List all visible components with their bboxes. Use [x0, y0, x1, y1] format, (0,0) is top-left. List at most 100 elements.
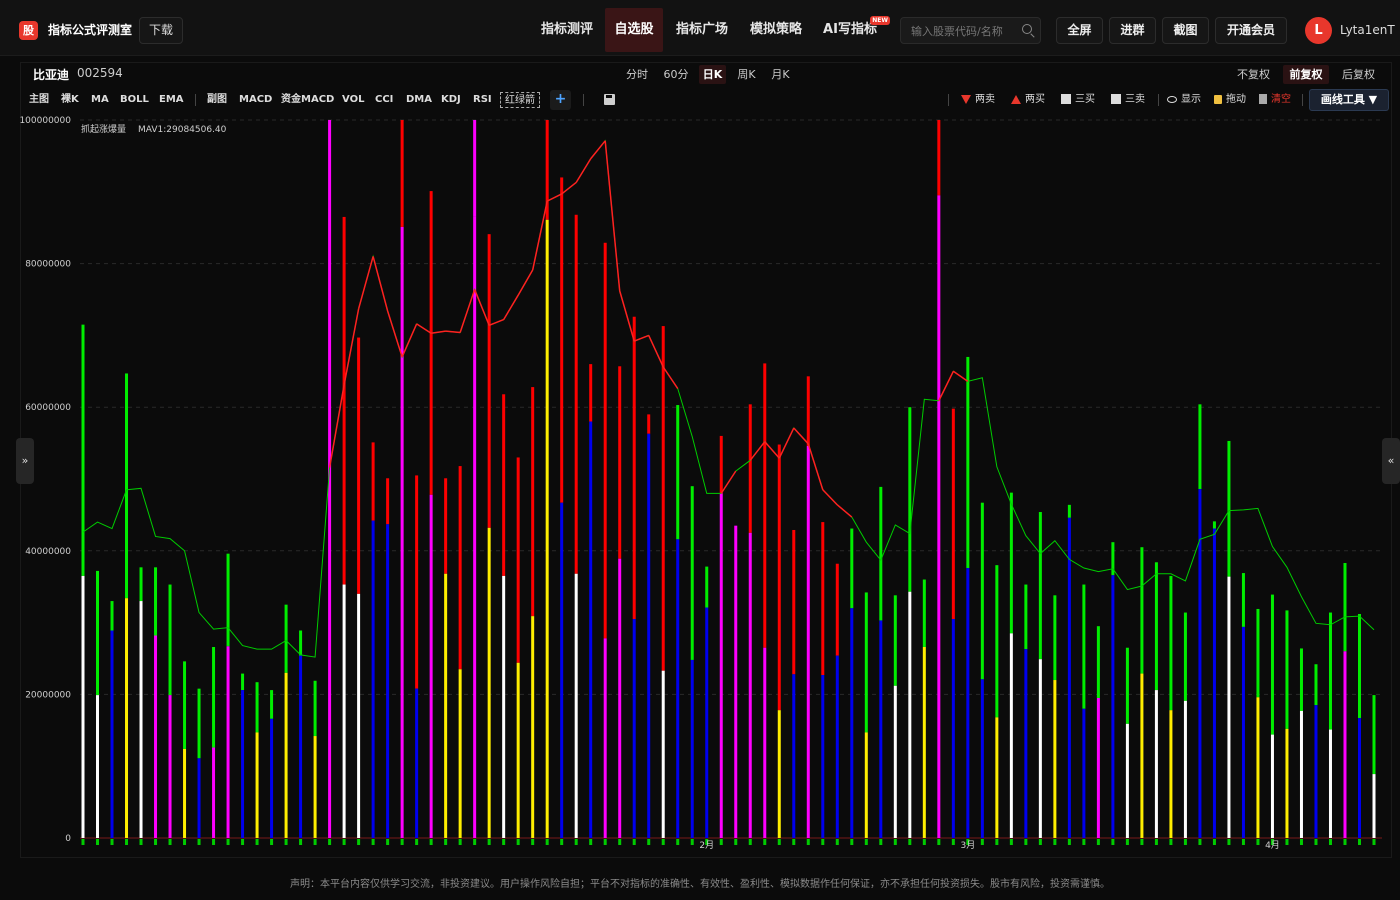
volume-bar — [415, 475, 419, 689]
period-tab-60min[interactable]: 60分 — [660, 65, 692, 84]
tool-drag[interactable]: 拖动 — [1214, 92, 1246, 108]
volume-bar — [1227, 440, 1231, 577]
volume-bar-lower — [893, 685, 897, 838]
indicator-dma[interactable]: DMA — [406, 92, 432, 108]
signal-tick — [647, 839, 651, 845]
membership-button[interactable]: 开通会员 — [1215, 17, 1287, 44]
username[interactable]: Lyta1enT — [1340, 22, 1395, 39]
volume-bar-lower — [154, 635, 158, 838]
series-label: 抓起涨爆量 — [81, 123, 126, 135]
indicator-rsi[interactable]: RSI — [473, 92, 492, 108]
tool-label: 两卖 — [975, 94, 995, 105]
avatar[interactable]: L — [1305, 17, 1332, 44]
drawing-tools-dropdown[interactable]: 画线工具 ▼ — [1309, 89, 1389, 111]
volume-bar-lower — [1067, 517, 1071, 838]
stock-search[interactable] — [900, 17, 1041, 44]
volume-bar — [212, 647, 216, 748]
indicator-boll[interactable]: BOLL — [120, 92, 149, 108]
tool-two-sell[interactable]: 两卖 — [961, 92, 995, 108]
indicator-ema[interactable]: EMA — [159, 92, 184, 108]
indicator-sub-chart[interactable]: 副图 — [207, 92, 227, 108]
search-input[interactable] — [911, 22, 1021, 40]
volume-bar — [1212, 521, 1216, 529]
volume-bar — [429, 191, 433, 495]
nav-indicator-review[interactable]: 指标测评 — [532, 8, 602, 52]
tool-three-sell[interactable]: 三卖 — [1111, 92, 1145, 108]
volume-bar-lower — [850, 608, 854, 838]
volume-chart: 100000000 80000000 60000000 40000000 2000000… — [20, 116, 1382, 851]
app-logo-icon: 股 — [19, 21, 38, 40]
fullscreen-button[interactable]: 全屏 — [1056, 17, 1103, 44]
volume-bar — [560, 177, 564, 503]
adjust-backward-tab[interactable]: 后复权 — [1338, 65, 1379, 84]
mav-line-highlight — [431, 330, 446, 334]
period-tab-minute[interactable]: 分时 — [622, 65, 652, 84]
volume-bar-lower — [763, 647, 767, 838]
volume-bar — [241, 673, 245, 691]
volume-bar — [705, 566, 709, 608]
indicator-fund-macd[interactable]: 资金MACD — [281, 92, 334, 108]
volume-bar-lower — [531, 616, 535, 838]
indicator-naked-k[interactable]: 裸K — [61, 92, 79, 108]
signal-tick — [81, 839, 85, 845]
signal-tick — [995, 839, 999, 845]
signal-tick — [255, 839, 259, 845]
signal-tick — [96, 839, 100, 845]
indicator-kdj[interactable]: KDJ — [441, 92, 461, 108]
volume-bar — [1154, 562, 1158, 691]
volume-bar — [835, 563, 839, 656]
indicator-main[interactable]: 主图 — [29, 92, 49, 108]
period-tab-monthly[interactable]: 月K — [767, 65, 794, 84]
volume-bar-lower — [1053, 680, 1057, 838]
nav-watchlist[interactable]: 自选股 — [605, 8, 663, 52]
tool-clear[interactable]: 清空 — [1259, 92, 1291, 108]
indicator-cci[interactable]: CCI — [375, 92, 393, 108]
volume-bar — [821, 522, 825, 676]
tool-label: 拖动 — [1226, 94, 1246, 105]
mav-line-highlight — [546, 193, 563, 202]
mav-line-highlight — [662, 366, 679, 389]
tool-two-buy[interactable]: 两买 — [1011, 92, 1045, 108]
top-bar: 股 指标公式评测室 下载 指标测评 自选股 指标广场 模拟策略 AI写指标 NE… — [0, 0, 1400, 56]
search-icon[interactable] — [1022, 24, 1032, 34]
volume-bar — [183, 661, 187, 749]
period-tab-weekly[interactable]: 周K — [733, 65, 760, 84]
volume-bar — [632, 316, 636, 620]
volume-bar — [1140, 547, 1144, 674]
tool-show[interactable]: 显示 — [1167, 92, 1201, 108]
volume-bar — [357, 337, 361, 594]
volume-bar-lower — [1241, 626, 1245, 838]
volume-bar-lower — [574, 573, 578, 838]
volume-bar — [792, 529, 796, 675]
signal-tick — [284, 839, 288, 845]
nav-ai-indicator[interactable]: AI写指标 NEW — [816, 8, 890, 52]
signal-tick — [792, 839, 796, 845]
trend-up-icon — [1061, 94, 1071, 104]
indicator-red-green-arrow[interactable]: 红绿箭 — [500, 92, 540, 108]
adjust-none-tab[interactable]: 不复权 — [1233, 65, 1274, 84]
join-group-button[interactable]: 进群 — [1109, 17, 1156, 44]
tool-three-buy[interactable]: 三买 — [1061, 92, 1095, 108]
indicator-vol[interactable]: VOL — [342, 92, 364, 108]
indicator-macd[interactable]: MACD — [239, 92, 272, 108]
add-indicator-button[interactable]: + — [550, 90, 571, 110]
screenshot-button[interactable]: 截图 — [1162, 17, 1209, 44]
volume-bar — [690, 486, 694, 660]
nav-simulation-strategy[interactable]: 模拟策略 — [742, 8, 810, 52]
period-tab-daily[interactable]: 日K — [699, 65, 726, 84]
volume-bar-lower — [966, 568, 970, 838]
indicator-ma[interactable]: MA — [91, 92, 109, 108]
signal-tick — [1067, 839, 1071, 845]
signal-tick — [168, 839, 172, 845]
volume-bar — [473, 120, 477, 217]
nav-indicator-square[interactable]: 指标广场 — [668, 8, 736, 52]
signal-tick — [618, 839, 622, 845]
adjust-forward-tab[interactable]: 前复权 — [1283, 65, 1329, 84]
volume-bar-lower — [458, 669, 462, 838]
download-button[interactable]: 下载 — [139, 17, 183, 44]
save-icon[interactable] — [604, 94, 615, 105]
mav-line-highlight — [590, 140, 606, 160]
volume-bar — [1285, 610, 1289, 729]
volume-bar-lower — [270, 718, 274, 838]
mav-line-highlight — [764, 441, 780, 459]
